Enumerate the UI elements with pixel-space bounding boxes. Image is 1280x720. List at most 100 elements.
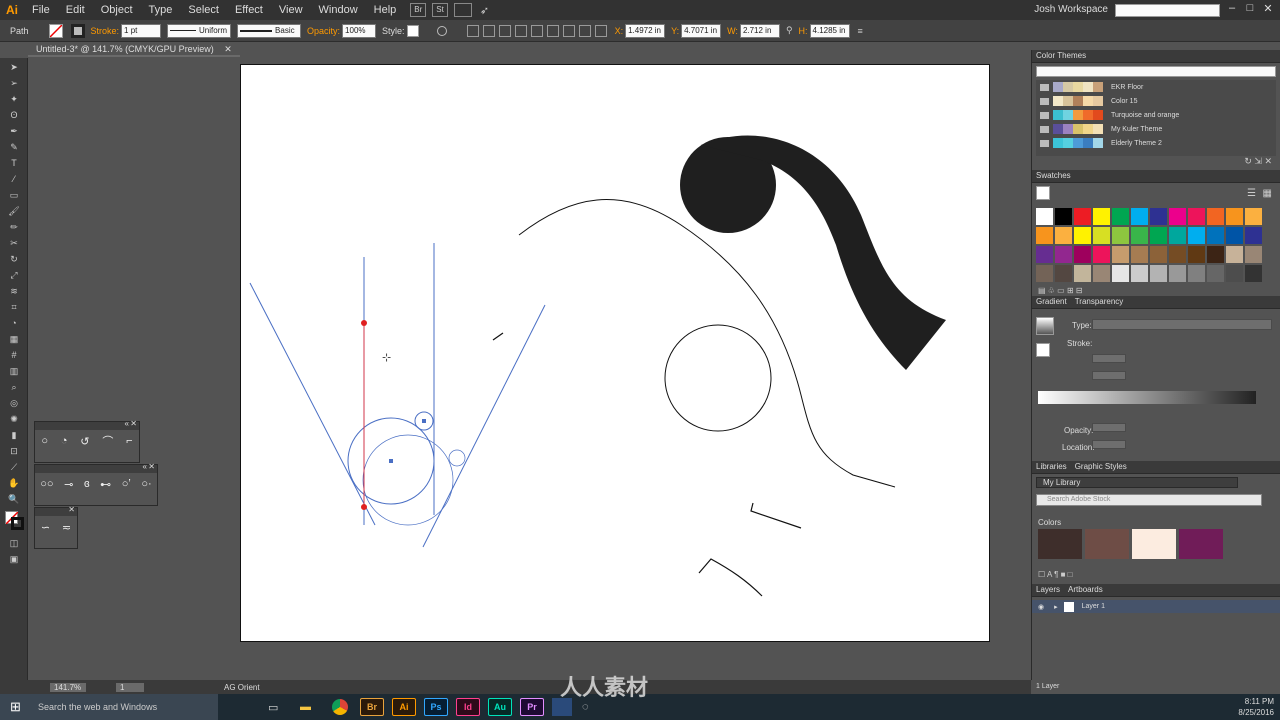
theme-swatch[interactable] xyxy=(1093,138,1103,148)
align-right-icon[interactable] xyxy=(498,24,511,37)
loop-icon[interactable]: ɞ xyxy=(84,478,90,490)
gpu-performance-icon[interactable]: ➶ xyxy=(480,4,489,17)
task-view-icon[interactable]: ▭ xyxy=(268,701,292,714)
brush-definition[interactable]: Basic xyxy=(237,23,302,38)
gradient-tab[interactable]: Gradient xyxy=(1036,297,1067,306)
gradient-stroke-swatch[interactable] xyxy=(1036,343,1050,357)
theme-row[interactable]: Color 15 xyxy=(1036,94,1276,108)
menu-window[interactable]: Window xyxy=(311,0,366,20)
stroke-weight-field[interactable]: 1 pt xyxy=(121,23,162,38)
y-field[interactable]: 4.7071 in xyxy=(681,23,722,38)
layer-row[interactable]: ◉ ▸ Layer 1 xyxy=(1032,600,1280,613)
swatch[interactable] xyxy=(1245,265,1262,282)
swatch[interactable] xyxy=(1112,227,1129,244)
align-top-icon[interactable] xyxy=(514,24,527,37)
scissors-tool-icon[interactable]: ✂ xyxy=(6,237,22,249)
libraries-tab[interactable]: Libraries xyxy=(1036,462,1067,471)
swatch-none-fill[interactable] xyxy=(1036,186,1050,200)
library-color-swatch[interactable] xyxy=(1179,529,1223,559)
rectangle-tool-icon[interactable]: ▭ xyxy=(6,189,22,201)
swatch[interactable] xyxy=(1055,246,1072,263)
theme-row[interactable]: My Kuler Theme xyxy=(1036,122,1276,136)
wave-icon[interactable]: ∽ xyxy=(41,521,50,534)
chrome-icon[interactable] xyxy=(332,699,348,715)
library-color-swatch[interactable] xyxy=(1085,529,1129,559)
theme-swatch[interactable] xyxy=(1053,138,1063,148)
collapse-icon[interactable]: « xyxy=(125,419,129,428)
gradient-location-field[interactable] xyxy=(1092,440,1126,449)
swatch[interactable] xyxy=(1226,208,1243,225)
node-icon[interactable]: ⊷ xyxy=(100,478,111,491)
artboard-nav[interactable]: 1 xyxy=(116,682,144,692)
theme-row[interactable]: Turquoise and orange xyxy=(1036,108,1276,122)
theme-swatch[interactable] xyxy=(1053,82,1063,92)
theme-swatch[interactable] xyxy=(1073,138,1083,148)
theme-row[interactable]: Elderly Theme 2 xyxy=(1036,136,1276,150)
align-center-icon[interactable] xyxy=(482,24,495,37)
bridge-button[interactable]: Br xyxy=(410,3,427,17)
menu-file[interactable]: File xyxy=(24,0,58,20)
workspace-switcher[interactable]: Josh Workspace xyxy=(1034,4,1108,15)
lasso-tool-icon[interactable]: ʘ xyxy=(6,109,22,121)
circle-shape-icon[interactable]: ○ xyxy=(41,435,48,447)
theme-swatch[interactable] xyxy=(1053,124,1063,134)
zoom-tool-icon[interactable]: 🔍 xyxy=(6,493,22,505)
connect-icon[interactable]: ⊸ xyxy=(64,478,73,491)
line-tool-icon[interactable]: ⁄ xyxy=(6,173,22,185)
panel-menu-icon[interactable]: ≡ xyxy=(858,26,863,36)
direct-selection-tool-icon[interactable]: ➢ xyxy=(6,77,22,89)
close-tab-icon[interactable]: ✕ xyxy=(224,44,232,54)
warp-tool-icon[interactable]: ≋ xyxy=(6,285,22,297)
color-themes-tab[interactable]: Color Themes xyxy=(1032,50,1280,63)
list-view-icon[interactable]: ☰ xyxy=(1247,188,1256,199)
taskbar-search[interactable]: ⊞ Search the web and Windows xyxy=(0,694,218,720)
double-circle-icon[interactable]: ○○ xyxy=(40,478,53,490)
swatch[interactable] xyxy=(1074,246,1091,263)
screen-mode-icon[interactable]: ▣ xyxy=(6,553,22,565)
x-field[interactable]: 1.4972 in xyxy=(625,23,666,38)
arrange-documents-button[interactable] xyxy=(453,3,472,17)
theme-swatch[interactable] xyxy=(1073,124,1083,134)
collapse-icon[interactable]: « xyxy=(143,462,147,471)
spiral-shape-icon[interactable]: ↺ xyxy=(80,435,89,448)
theme-swatch[interactable] xyxy=(1083,82,1093,92)
swatch[interactable] xyxy=(1131,265,1148,282)
opacity-label[interactable]: Opacity: xyxy=(307,26,340,36)
swatch[interactable] xyxy=(1169,227,1186,244)
help-search-input[interactable] xyxy=(1115,4,1220,17)
zoom-field[interactable]: 141.7% xyxy=(50,682,86,692)
swatch[interactable] xyxy=(1112,208,1129,225)
themes-search-input[interactable] xyxy=(1036,66,1276,77)
gradient-slider[interactable] xyxy=(1038,391,1256,404)
swatch[interactable] xyxy=(1245,227,1262,244)
tangent-icon[interactable]: ○ʼ xyxy=(122,478,131,490)
swatch[interactable] xyxy=(1150,227,1167,244)
stock-button[interactable]: St xyxy=(432,3,448,17)
theme-swatch[interactable] xyxy=(1083,138,1093,148)
menu-edit[interactable]: Edit xyxy=(58,0,93,20)
layers-tab[interactable]: Layers xyxy=(1036,585,1060,594)
menu-help[interactable]: Help xyxy=(366,0,405,20)
theme-swatch[interactable] xyxy=(1053,96,1063,106)
curvature-tool-icon[interactable]: ✎ xyxy=(6,141,22,153)
swatch[interactable] xyxy=(1188,227,1205,244)
w-field[interactable]: 2.712 in xyxy=(739,23,780,38)
menu-effect[interactable]: Effect xyxy=(227,0,271,20)
artboard[interactable]: ⊹ xyxy=(240,64,990,642)
perspective-grid-tool-icon[interactable]: ▦ xyxy=(6,333,22,345)
close-panel-icon[interactable]: ✕ xyxy=(130,419,137,428)
theme-swatch[interactable] xyxy=(1083,124,1093,134)
gradient-preview[interactable] xyxy=(1036,317,1054,335)
library-search-input[interactable]: Search Adobe Stock xyxy=(1036,494,1262,506)
menu-type[interactable]: Type xyxy=(141,0,181,20)
library-color-swatch[interactable] xyxy=(1038,529,1082,559)
graphic-style-picker[interactable] xyxy=(406,24,419,37)
h-field[interactable]: 4.1285 in xyxy=(809,23,850,38)
swatch[interactable] xyxy=(1074,227,1091,244)
pen-tool-icon[interactable]: ✒ xyxy=(6,125,22,137)
fill-stroke-indicator[interactable] xyxy=(3,511,25,531)
opacity-field[interactable]: 100% xyxy=(342,23,377,38)
visibility-icon[interactable]: ◉ xyxy=(1038,603,1044,611)
swatch[interactable] xyxy=(1093,227,1110,244)
stroke-label[interactable]: Stroke: xyxy=(91,26,120,36)
